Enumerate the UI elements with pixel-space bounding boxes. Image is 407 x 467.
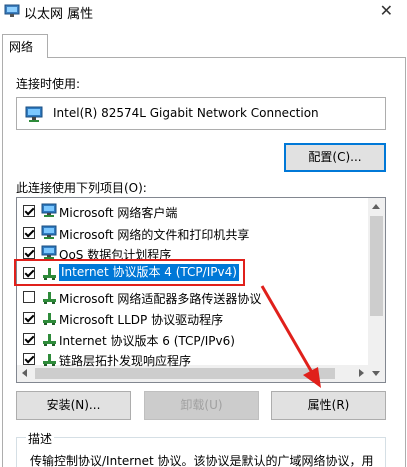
- adapter-name: Intel(R) 82574L Gigabit Network Connecti…: [53, 106, 319, 120]
- description-text: 传输控制协议/Internet 协议。该协议是默认的广域网络协议，用: [30, 454, 374, 467]
- network-client-icon: [41, 225, 57, 239]
- list-item[interactable]: Internet 协议版本 6 (TCP/IPv6): [17, 329, 369, 349]
- item-checkbox[interactable]: [23, 227, 35, 239]
- item-checkbox[interactable]: [23, 205, 35, 217]
- description-title: 描述: [26, 430, 55, 447]
- protocol-icon: [43, 313, 56, 325]
- close-icon[interactable]: ✕: [380, 1, 393, 20]
- item-checkbox[interactable]: [23, 247, 35, 259]
- item-checkbox[interactable]: [23, 291, 35, 303]
- adapter-field: Intel(R) 82574L Gigabit Network Connecti…: [16, 97, 386, 130]
- uninstall-button[interactable]: 卸载(U): [144, 391, 259, 420]
- tab-network[interactable]: 网络: [2, 34, 48, 58]
- component-list[interactable]: Microsoft 网络客户端 Microsoft 网络的文件和打印机共享 QoS …: [16, 197, 386, 383]
- configure-button[interactable]: 配置(C)...: [284, 143, 386, 172]
- scroll-up-icon[interactable]: [372, 204, 380, 209]
- network-adapter-icon: [25, 106, 43, 122]
- scroll-right-icon[interactable]: [359, 369, 364, 377]
- list-item[interactable]: Microsoft LLDP 协议驱动程序: [17, 308, 369, 328]
- tab-network-label: 网络: [9, 40, 34, 54]
- list-item-label: Microsoft LLDP 协议驱动程序: [59, 313, 224, 327]
- title-bar: 以太网 属性 ✕: [0, 0, 407, 24]
- scroll-thumb[interactable]: [370, 216, 383, 316]
- list-item[interactable]: Microsoft 网络适配器多路传送器协议: [17, 287, 369, 307]
- item-checkbox[interactable]: [23, 312, 35, 324]
- network-adapter-icon: [4, 4, 20, 17]
- protocol-icon: [43, 292, 56, 304]
- vertical-scrollbar[interactable]: [368, 198, 385, 382]
- install-button[interactable]: 安装(N)...: [16, 391, 131, 420]
- scroll-left-icon[interactable]: [22, 369, 27, 377]
- list-item-label: 链路层拓扑发现响应程序: [59, 354, 192, 368]
- list-item[interactable]: Microsoft 网络的文件和打印机共享: [17, 223, 369, 243]
- items-section-label: 此连接使用下列项目(O):: [16, 181, 147, 195]
- network-client-icon: [41, 203, 57, 217]
- list-item-label: Microsoft 网络适配器多路传送器协议: [59, 292, 262, 306]
- protocol-icon: [43, 334, 56, 346]
- list-item-label: Microsoft 网络的文件和打印机共享: [59, 228, 250, 242]
- list-item[interactable]: Microsoft 网络客户端: [17, 201, 369, 221]
- list-item-label: Internet 协议版本 6 (TCP/IPv6): [59, 334, 235, 348]
- window-title: 以太网 属性: [24, 7, 94, 22]
- protocol-icon: [43, 354, 56, 366]
- connect-using-label: 连接时使用:: [16, 77, 81, 91]
- list-item-label: Microsoft 网络客户端: [59, 206, 178, 220]
- properties-button[interactable]: 属性(R): [271, 391, 386, 420]
- scroll-thumb-horizontal[interactable]: [35, 368, 335, 379]
- scroll-down-icon[interactable]: [372, 371, 380, 376]
- annotation-highlight-box: [14, 259, 245, 286]
- item-checkbox[interactable]: [23, 353, 35, 365]
- item-checkbox[interactable]: [23, 333, 35, 345]
- list-item[interactable]: 链路层拓扑发现响应程序: [17, 349, 369, 369]
